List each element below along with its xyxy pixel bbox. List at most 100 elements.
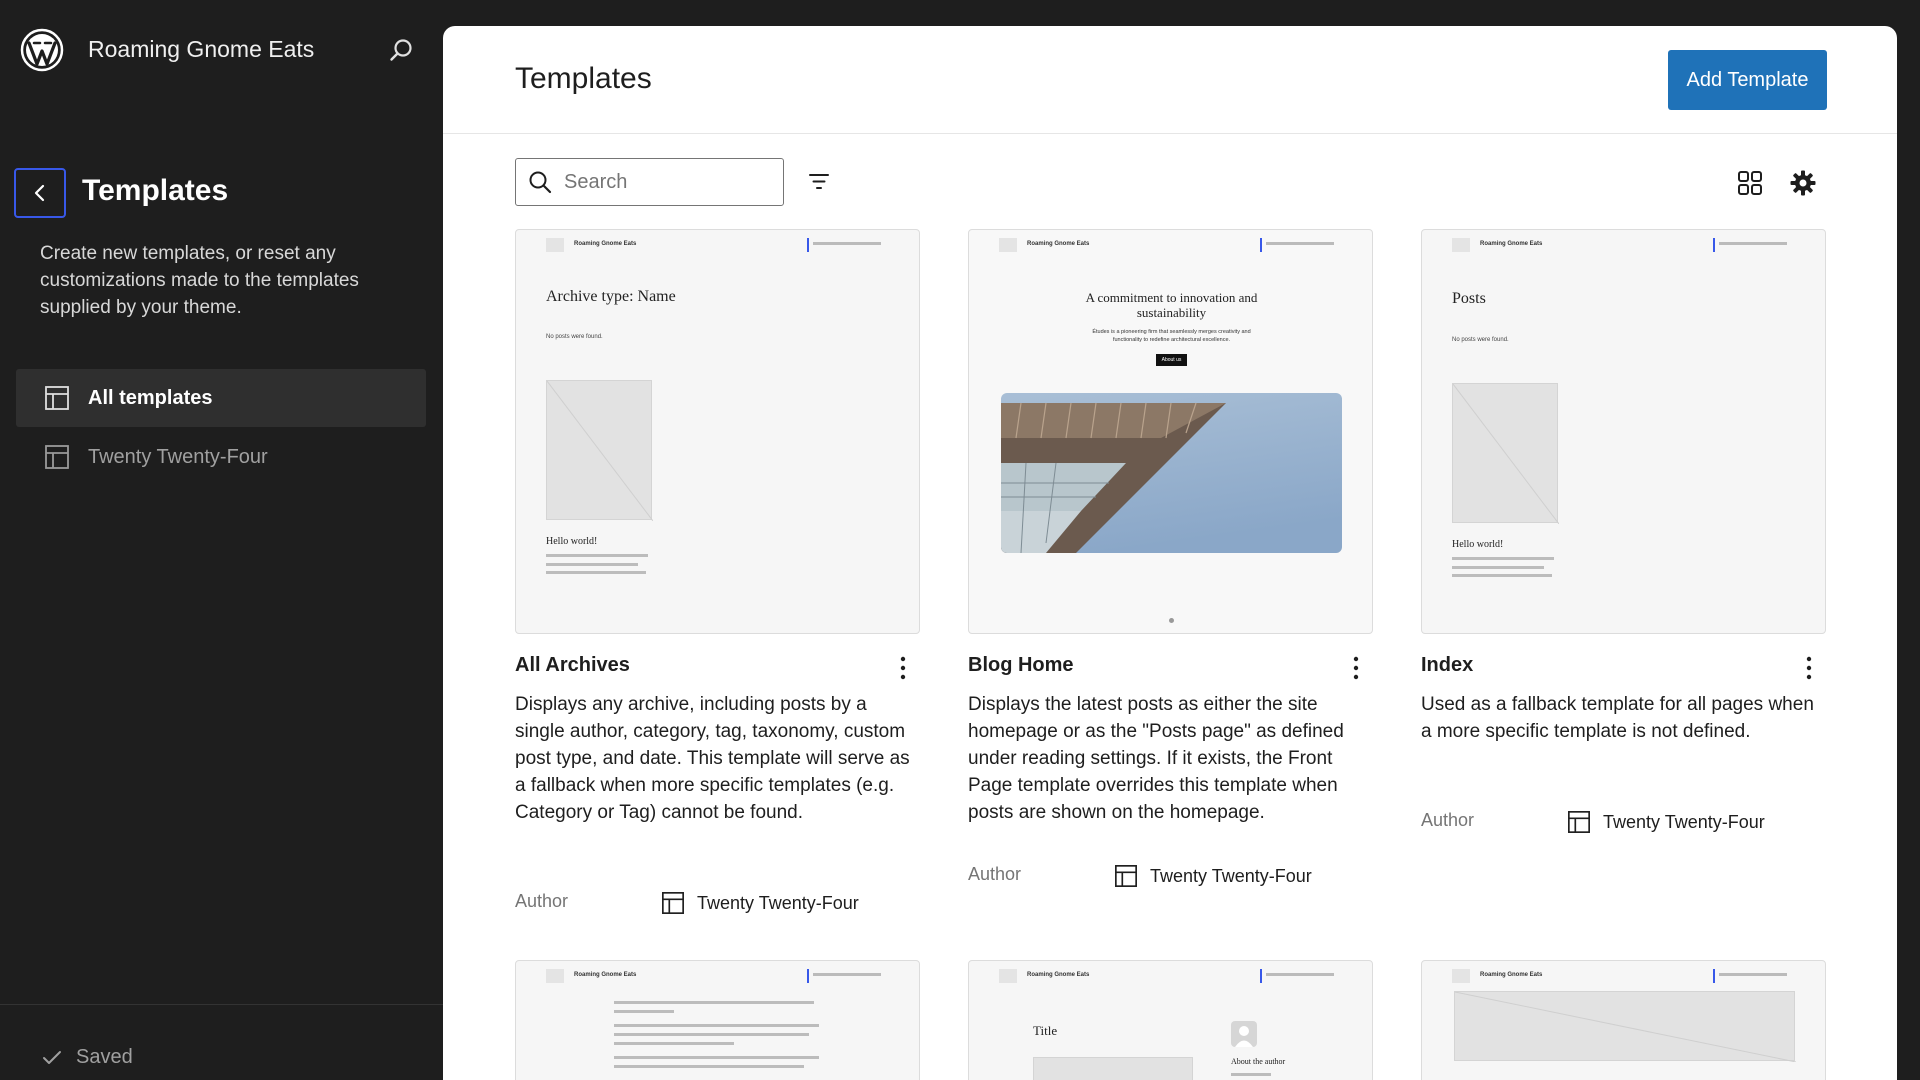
sidebar-heading: Templates	[82, 174, 229, 207]
wordpress-logo-icon[interactable]	[20, 28, 64, 72]
preview-header: Roaming Gnome Eats	[1452, 238, 1797, 254]
check-icon	[43, 1050, 61, 1064]
preview-nav	[1260, 969, 1344, 983]
preview-post-title: Hello world!	[546, 536, 598, 547]
layout-icon	[1115, 865, 1137, 887]
sidebar: Roaming Gnome Eats Templates Create new …	[0, 0, 443, 1080]
back-button[interactable]	[14, 168, 66, 218]
more-vertical-icon[interactable]	[1353, 656, 1359, 685]
template-preview[interactable]: Roaming Gnome Eats A commitment to innov…	[968, 229, 1373, 634]
site-title[interactable]: Roaming Gnome Eats	[88, 36, 314, 63]
preview-heading: Archive type: Name	[546, 288, 676, 305]
author-label: Author	[968, 864, 1022, 884]
nav-item-twenty-twenty-four[interactable]: Twenty Twenty-Four	[16, 428, 426, 486]
preview-logo	[546, 238, 564, 252]
preview-no-posts: No posts were found.	[546, 334, 603, 340]
preview-site-name: Roaming Gnome Eats	[574, 241, 637, 247]
preview-title-label: Title	[1033, 1023, 1058, 1038]
template-card-blog-home: Roaming Gnome Eats A commitment to innov…	[968, 229, 1373, 887]
author-label: Author	[1421, 810, 1475, 830]
preview-site-name: Roaming Gnome Eats	[574, 972, 637, 978]
preview-nav	[807, 238, 891, 252]
template-card-row2-1: Roaming Gnome Eats	[515, 960, 920, 1080]
preview-header: Roaming Gnome Eats	[999, 969, 1344, 985]
page-title: Templates	[515, 62, 652, 95]
nav-item-label: All templates	[88, 386, 213, 409]
avatar	[1231, 1021, 1257, 1047]
preview-nav	[1713, 969, 1797, 983]
layout-icon	[1568, 811, 1590, 833]
template-card-row2-2: Roaming Gnome Eats Title About the autho…	[968, 960, 1373, 1080]
page-header: Templates Add Template	[443, 26, 1897, 134]
preview-no-posts: No posts were found.	[1452, 337, 1509, 343]
preview-logo	[1452, 238, 1470, 252]
template-theme: Twenty Twenty-Four	[661, 891, 859, 915]
sidebar-description: Create new templates, or reset any custo…	[40, 243, 359, 318]
template-description: Used as a fallback template for all page…	[1421, 694, 1814, 742]
preview-logo	[999, 238, 1017, 252]
template-preview[interactable]: Roaming Gnome Eats	[515, 960, 920, 1080]
preview-image-placeholder	[1452, 383, 1559, 524]
theme-name: Twenty Twenty-Four	[1603, 811, 1765, 832]
template-name[interactable]: Index	[1421, 654, 1473, 676]
filter-icon[interactable]	[807, 170, 831, 199]
main-panel: Templates Add Template Search Roaming Gn…	[443, 26, 1897, 1080]
preview-subtitle: Études is a pioneering firm that seamles…	[1092, 329, 1251, 343]
preview-building-image	[1001, 393, 1342, 553]
preview-image-placeholder	[1033, 1057, 1193, 1080]
template-preview[interactable]: Roaming Gnome Eats Archive type: Name No…	[515, 229, 920, 634]
preview-image-placeholder	[1454, 991, 1796, 1062]
template-meta: Author Twenty Twenty-Four	[1421, 810, 1826, 838]
preview-heading: Posts	[1452, 290, 1486, 307]
preview-logo	[1452, 969, 1470, 983]
chevron-left-icon	[34, 184, 45, 202]
template-description: Displays the latest posts as either the …	[968, 694, 1344, 823]
author-label: Author	[515, 891, 569, 911]
theme-name: Twenty Twenty-Four	[697, 892, 859, 913]
layout-icon	[45, 445, 69, 469]
preview-nav	[807, 969, 891, 983]
template-card-index: Roaming Gnome Eats Posts No posts were f…	[1421, 229, 1826, 833]
layout-icon	[662, 892, 684, 914]
grid-view-icon[interactable]	[1736, 169, 1764, 202]
preview-image-placeholder	[546, 380, 653, 521]
site-editor: Roaming Gnome Eats Templates Create new …	[0, 0, 1920, 1080]
search-input[interactable]	[564, 170, 764, 194]
save-status-label: Saved	[76, 1046, 133, 1068]
template-card-all-archives: Roaming Gnome Eats Archive type: Name No…	[515, 229, 920, 914]
preview-heading: A commitment to innovation and sustainab…	[1085, 290, 1258, 320]
preview-header: Roaming Gnome Eats	[999, 238, 1344, 254]
template-preview[interactable]: Roaming Gnome Eats Posts No posts were f…	[1421, 229, 1826, 634]
more-vertical-icon[interactable]	[1806, 656, 1812, 685]
add-template-button[interactable]: Add Template	[1668, 50, 1827, 110]
preview-header: Roaming Gnome Eats	[546, 238, 891, 254]
preview-site-name: Roaming Gnome Eats	[1480, 972, 1543, 978]
preview-nav	[1260, 238, 1344, 252]
preview-header: Roaming Gnome Eats	[1452, 969, 1797, 985]
template-meta: Author Twenty Twenty-Four	[515, 891, 920, 919]
search-field[interactable]	[515, 158, 784, 206]
gear-icon[interactable]	[1789, 169, 1817, 202]
template-preview[interactable]: Roaming Gnome Eats Title About the autho…	[968, 960, 1373, 1080]
template-theme: Twenty Twenty-Four	[1567, 810, 1765, 834]
preview-site-name: Roaming Gnome Eats	[1480, 241, 1543, 247]
preview-button: About us	[1156, 354, 1187, 366]
preview-post-title: Hello world!	[1452, 539, 1504, 550]
theme-name: Twenty Twenty-Four	[1150, 865, 1312, 886]
search-icon[interactable]	[388, 37, 414, 63]
more-vertical-icon[interactable]	[900, 656, 906, 685]
template-meta: Author Twenty Twenty-Four	[968, 864, 1373, 892]
template-name[interactable]: All Archives	[515, 654, 630, 676]
nav-item-all-templates[interactable]: All templates	[16, 369, 426, 427]
preview-header: Roaming Gnome Eats	[546, 969, 891, 985]
preview-nav	[1713, 238, 1797, 252]
template-preview[interactable]: Roaming Gnome Eats	[1421, 960, 1826, 1080]
save-status: Saved	[42, 1046, 133, 1069]
template-card-row2-3: Roaming Gnome Eats	[1421, 960, 1826, 1080]
preview-site-name: Roaming Gnome Eats	[1027, 241, 1090, 247]
preview-logo	[999, 969, 1017, 983]
preview-logo	[546, 969, 564, 983]
template-name[interactable]: Blog Home	[968, 654, 1074, 676]
preview-site-name: Roaming Gnome Eats	[1027, 972, 1090, 978]
preview-about-author: About the author	[1231, 1057, 1286, 1066]
